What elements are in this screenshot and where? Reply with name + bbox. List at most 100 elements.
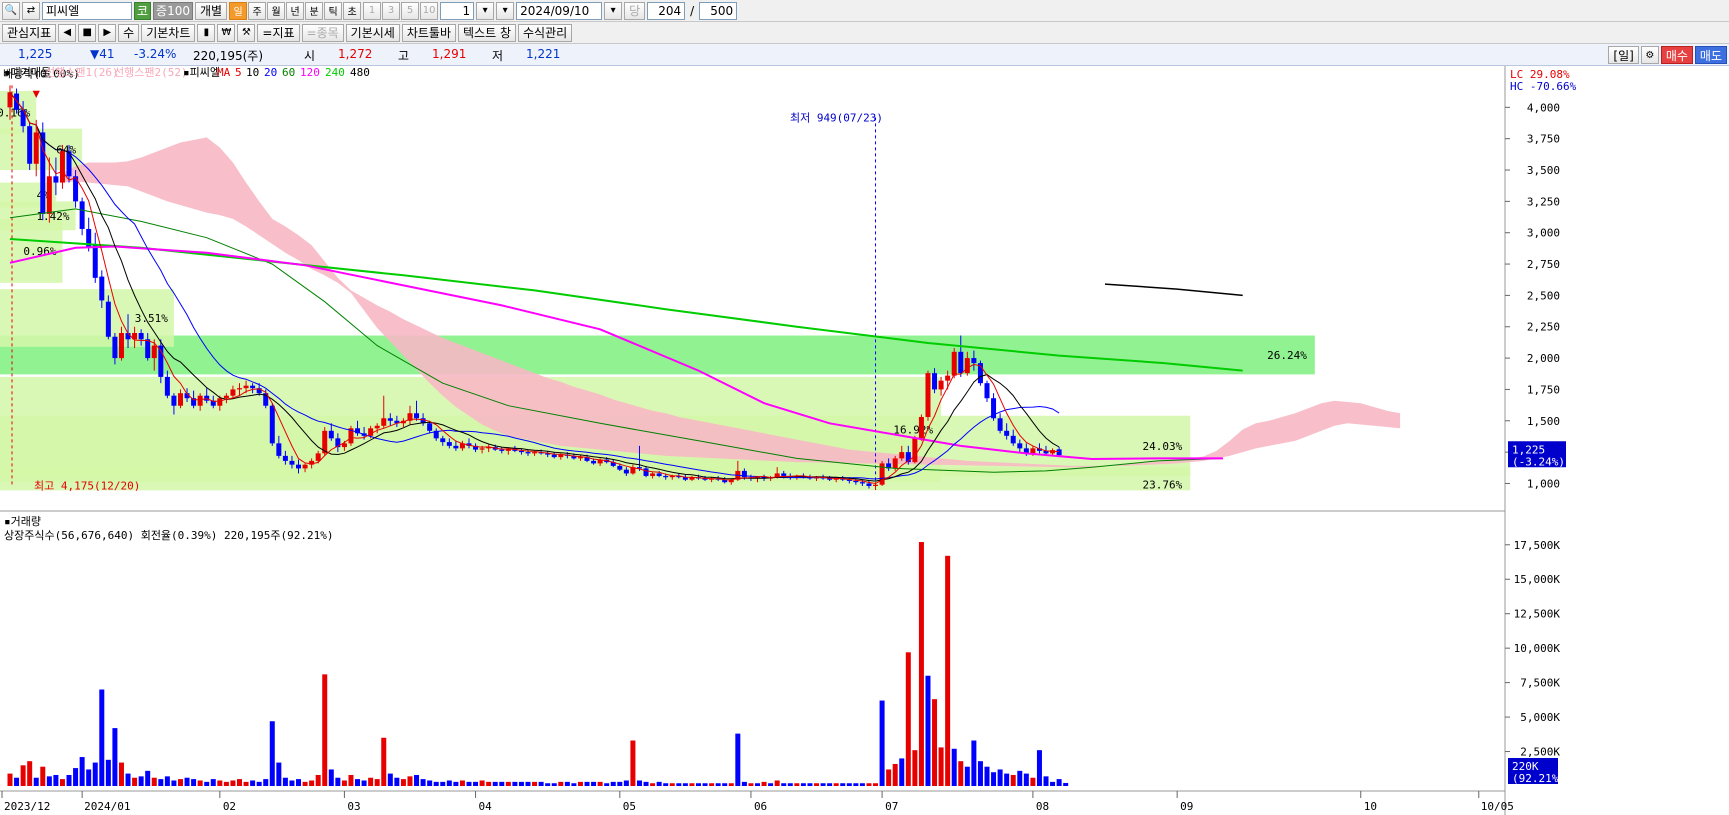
volume-bar [1030,777,1036,786]
volume-bar [20,765,26,786]
scroll-right-button[interactable]: ▶ [98,23,117,42]
legend-item-2: 선행스팬2(52) [114,66,188,79]
interval-tab-5[interactable]: 5 [401,1,420,20]
candle-body [269,405,275,444]
candle-body [650,473,656,476]
volume-bar [597,781,603,786]
count-input[interactable]: 204 [647,1,686,20]
buy-button[interactable]: 매수 [1660,46,1693,64]
period-tab-3[interactable]: 년 [286,1,305,20]
chart-toolbar-button[interactable]: 차트툴바 [401,23,457,42]
period-tab-6[interactable]: 초 [343,1,362,20]
search-button[interactable]: 🔍 [2,1,20,20]
formula-button[interactable]: 수식관리 [518,23,573,42]
swap-button[interactable]: ⇄ [22,1,40,20]
volume-bar [977,761,983,786]
volume-bar [158,779,164,786]
candle-body [918,417,924,439]
volume-bar [650,783,656,786]
stock-chart[interactable]: 26.24%16.92%24.03%23.76%0.96%3.51%64%1.4… [0,66,1729,815]
individual-view-button[interactable]: 개별 [195,1,228,20]
candle-body [40,132,46,214]
volume-bar [105,759,111,786]
arrow-left-icon: ◀ [63,27,72,38]
volume-bar [827,783,833,786]
volume-tick-label-3: 10,000K [1514,642,1561,655]
interval-tab-10[interactable]: 10 [420,1,439,20]
period-tab-5[interactable]: 틱 [324,1,343,20]
candle-body [643,468,649,476]
period-tab-0[interactable]: 일 [229,1,248,20]
volume-bar [859,783,865,786]
candle-body [591,460,597,464]
volume-bar [355,779,361,786]
x-tick-label-11: 10/05 [1481,800,1514,813]
candle-body [525,452,531,454]
basic-chart-button[interactable]: 기본차트 [141,23,196,42]
period-button[interactable]: [일] [1608,46,1639,64]
volume-bar [440,781,446,786]
total-input[interactable]: 500 [699,1,738,20]
interest-indicator-button[interactable]: 관심지표 [2,23,57,42]
volume-bar [571,783,577,786]
volume-bar [256,781,262,786]
tools-button[interactable]: ⚒ [237,23,256,42]
period-tab-2[interactable]: 월 [267,1,286,20]
candle-body [663,475,669,478]
candle-body [899,452,905,459]
current-toggle[interactable]: 당 [624,1,646,20]
volume-bar [794,783,800,786]
price-tick-label-0: 4,000 [1527,101,1560,114]
volume-bar [636,780,642,786]
chart-type-button[interactable]: ▮ [197,23,216,42]
candle-body [971,358,977,364]
scroll-left-button[interactable]: ◀ [58,23,77,42]
volume-tick-label-4: 7,500K [1520,677,1560,690]
candle-body [250,385,256,389]
candle-body [932,373,938,390]
sell-button[interactable]: 매도 [1694,46,1727,64]
date-input[interactable]: 2024/09/10 [516,1,603,20]
basic-price-button[interactable]: 기본시세 [345,23,400,42]
period-tab-1[interactable]: 주 [248,1,267,20]
scroll-stop-button[interactable]: ■ [78,23,97,42]
interval-input[interactable]: 1 [440,1,475,20]
date-prev-dropdown[interactable]: ▾ [496,1,515,20]
volume-bar [243,781,249,786]
volume-bar [309,780,315,786]
volume-bar [263,779,269,786]
su-button[interactable]: 수 [118,23,140,42]
top-toolbar: 🔍 ⇄ 피씨엘 코 증100 개별 일주월년분틱초 1 3 5 10 1 ▾ ▾ 20… [0,0,1729,22]
candle-body [912,438,918,463]
period-tab-4[interactable]: 분 [305,1,324,20]
volume-bar [171,780,177,786]
legend-item-10: 240 [325,66,345,79]
price-tick-label-10: 1,500 [1527,415,1560,428]
settings-button[interactable]: ⚙ [1640,46,1659,64]
volume-bar [400,779,406,786]
legend-item-7: 20 [264,66,277,79]
market-badge: 코 [134,1,152,20]
candle-body [302,464,308,469]
interval-dropdown[interactable]: ▾ [476,1,495,20]
candle-body [958,351,964,374]
candle-body [289,460,295,465]
volume-bar [368,777,374,786]
interval-tab-3[interactable]: 3 [382,1,401,20]
item-button[interactable]: =종목 [301,23,344,42]
volume-bar [728,783,734,786]
interval-tab-1[interactable]: 1 [363,1,382,20]
stock-name-input[interactable]: 피씨엘 [42,1,132,20]
won-button[interactable]: ₩ [217,23,236,42]
date-dropdown[interactable]: ▾ [604,1,623,20]
volume-bar [505,781,511,786]
volume-bar [73,768,79,786]
volume-bar [676,783,682,786]
volume-bar [99,689,105,786]
volume-bar [545,783,551,786]
volume-bar [755,783,760,786]
indicator-button[interactable]: =지표 [257,23,300,42]
text-window-button[interactable]: 텍스트 창 [458,23,516,42]
count-separator: / [690,3,695,18]
volume-bar [918,542,924,786]
